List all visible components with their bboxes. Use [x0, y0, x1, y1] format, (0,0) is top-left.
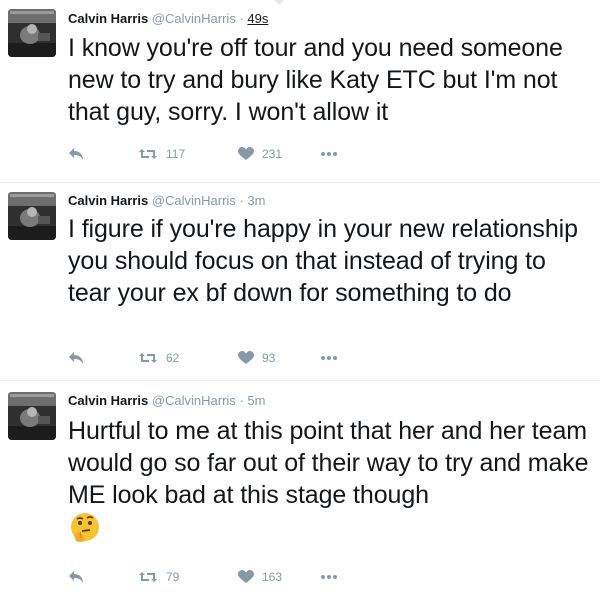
retweet-button[interactable]: 117: [138, 145, 185, 163]
retweet-icon: [138, 351, 158, 365]
tweet-actions: 62 93: [68, 349, 388, 367]
avatar[interactable]: [8, 9, 56, 57]
like-button[interactable]: 93: [238, 349, 275, 367]
display-name[interactable]: Calvin Harris: [68, 193, 148, 208]
heart-icon: [238, 351, 254, 365]
reply-button[interactable]: [68, 568, 84, 586]
retweet-count: 117: [166, 147, 186, 161]
retweet-count: 62: [166, 351, 180, 365]
tweet-header: Calvin Harris @CalvinHarris · 5m: [68, 393, 265, 408]
like-count: 163: [262, 570, 283, 584]
timestamp[interactable]: 49s: [247, 11, 268, 26]
avatar[interactable]: [8, 392, 56, 440]
retweet-icon: [138, 570, 158, 584]
more-button[interactable]: [320, 349, 338, 367]
more-icon: [320, 151, 338, 157]
retweet-button[interactable]: 62: [138, 349, 179, 367]
like-button[interactable]: 163: [238, 568, 282, 586]
timestamp[interactable]: 5m: [247, 393, 265, 408]
more-icon: [320, 355, 338, 361]
like-count: 231: [262, 147, 283, 161]
retweet-icon: [138, 147, 158, 161]
tweet-actions: 79 163: [68, 568, 388, 586]
tweet-text: Hurtful to me at this point that her and…: [68, 417, 589, 509]
separator: ·: [239, 11, 244, 26]
tweet-text: I figure if you're happy in your new rel…: [68, 215, 578, 307]
timestamp[interactable]: 3m: [247, 193, 265, 208]
heart-icon: [238, 147, 254, 161]
tweet[interactable]: Calvin Harris @CalvinHarris · 5m Hurtful…: [0, 381, 600, 600]
reply-button[interactable]: [68, 145, 84, 163]
like-button[interactable]: 231: [238, 145, 282, 163]
avatar[interactable]: [8, 192, 56, 240]
tweet-header: Calvin Harris @CalvinHarris · 49s: [68, 11, 268, 26]
more-button[interactable]: [320, 568, 338, 586]
tweet-header: Calvin Harris @CalvinHarris · 3m: [68, 193, 265, 208]
more-icon: [320, 574, 338, 580]
reply-button[interactable]: [68, 349, 84, 367]
user-handle[interactable]: @CalvinHarris: [152, 393, 236, 408]
display-name[interactable]: Calvin Harris: [68, 393, 148, 408]
like-count: 93: [262, 351, 276, 365]
user-handle[interactable]: @CalvinHarris: [152, 11, 236, 26]
tweet-actions: 117 231: [68, 145, 388, 163]
tweet[interactable]: Calvin Harris @CalvinHarris · 3m I figur…: [0, 183, 600, 381]
reply-icon: [68, 570, 84, 584]
user-handle[interactable]: @CalvinHarris: [152, 193, 236, 208]
separator: ·: [239, 393, 244, 408]
display-name[interactable]: Calvin Harris: [68, 11, 148, 26]
tweet[interactable]: Calvin Harris @CalvinHarris · 49s I know…: [0, 0, 600, 183]
retweet-count: 79: [166, 570, 180, 584]
retweet-button[interactable]: 79: [138, 568, 179, 586]
heart-icon: [238, 570, 254, 584]
separator: ·: [239, 193, 244, 208]
reply-icon: [68, 147, 84, 161]
reply-icon: [68, 351, 84, 365]
tweet-text: I know you're off tour and you need some…: [68, 34, 563, 126]
more-button[interactable]: [320, 145, 338, 163]
thinking-face-icon: [68, 511, 102, 545]
